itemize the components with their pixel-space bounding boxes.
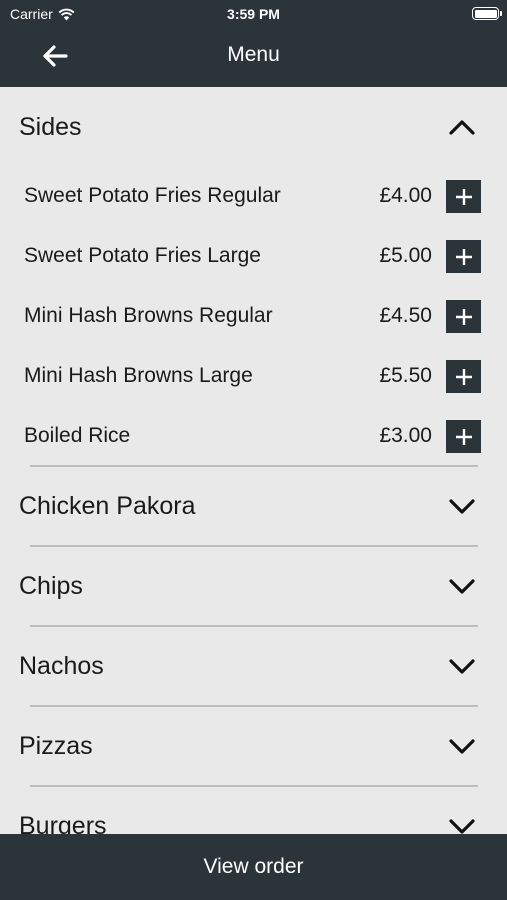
app-header: Carrier 3:59 PM Menu <box>0 0 507 87</box>
item-name: Sweet Potato Fries Regular <box>24 184 281 207</box>
item-name: Mini Hash Browns Large <box>24 364 253 387</box>
section-header-nachos[interactable]: Nachos <box>0 626 507 706</box>
section-header-chips[interactable]: Chips <box>0 546 507 626</box>
view-order-button[interactable]: View order <box>0 834 507 900</box>
section-header-sides[interactable]: Sides <box>0 87 507 167</box>
chevron-down-icon[interactable] <box>447 816 477 834</box>
section-header-pizzas[interactable]: Pizzas <box>0 706 507 786</box>
item-name: Mini Hash Browns Regular <box>24 304 273 327</box>
menu-item-row: Sweet Potato Fries Regular £4.00 <box>0 166 507 226</box>
chevron-down-icon[interactable] <box>447 576 477 596</box>
section-title: Nachos <box>19 652 104 680</box>
item-name: Sweet Potato Fries Large <box>24 244 261 267</box>
status-time: 3:59 PM <box>227 6 280 22</box>
plus-icon <box>455 308 472 325</box>
item-price: £3.00 <box>379 424 432 447</box>
chevron-down-icon[interactable] <box>447 736 477 756</box>
item-price: £5.00 <box>379 244 432 267</box>
plus-icon <box>455 248 472 265</box>
add-item-button[interactable] <box>446 300 481 333</box>
section-header-chicken-pakora[interactable]: Chicken Pakora <box>0 466 507 546</box>
chevron-down-icon[interactable] <box>447 656 477 676</box>
view-order-label: View order <box>203 855 304 878</box>
add-item-button[interactable] <box>446 420 481 453</box>
section-title: Burgers <box>19 812 107 834</box>
chevron-down-icon[interactable] <box>447 496 477 516</box>
section-title: Chicken Pakora <box>19 492 196 520</box>
page-title: Menu <box>227 43 280 66</box>
section-title: Pizzas <box>19 732 93 760</box>
status-bar: Carrier 3:59 PM <box>0 0 507 28</box>
section-header-burgers[interactable]: Burgers <box>0 786 507 834</box>
menu-item-row: Mini Hash Browns Regular £4.50 <box>0 286 507 346</box>
menu-list[interactable]: Sides Sweet Potato Fries Regular £4.00 S… <box>0 87 507 834</box>
item-price: £4.50 <box>379 304 432 327</box>
plus-icon <box>455 188 472 205</box>
plus-icon <box>455 428 472 445</box>
menu-item-row: Mini Hash Browns Large £5.50 <box>0 346 507 406</box>
battery-icon <box>472 7 502 20</box>
item-name: Boiled Rice <box>24 424 131 447</box>
chevron-up-icon[interactable] <box>447 117 477 137</box>
item-price: £5.50 <box>379 364 432 387</box>
add-item-button[interactable] <box>446 240 481 273</box>
item-price: £4.00 <box>379 184 432 207</box>
menu-item-row: Boiled Rice £3.00 <box>0 406 507 466</box>
section-title: Chips <box>19 572 83 600</box>
section-title: Sides <box>19 113 82 141</box>
plus-icon <box>455 368 472 385</box>
menu-item-row: Sweet Potato Fries Large £5.00 <box>0 226 507 286</box>
add-item-button[interactable] <box>446 360 481 393</box>
add-item-button[interactable] <box>446 180 481 213</box>
